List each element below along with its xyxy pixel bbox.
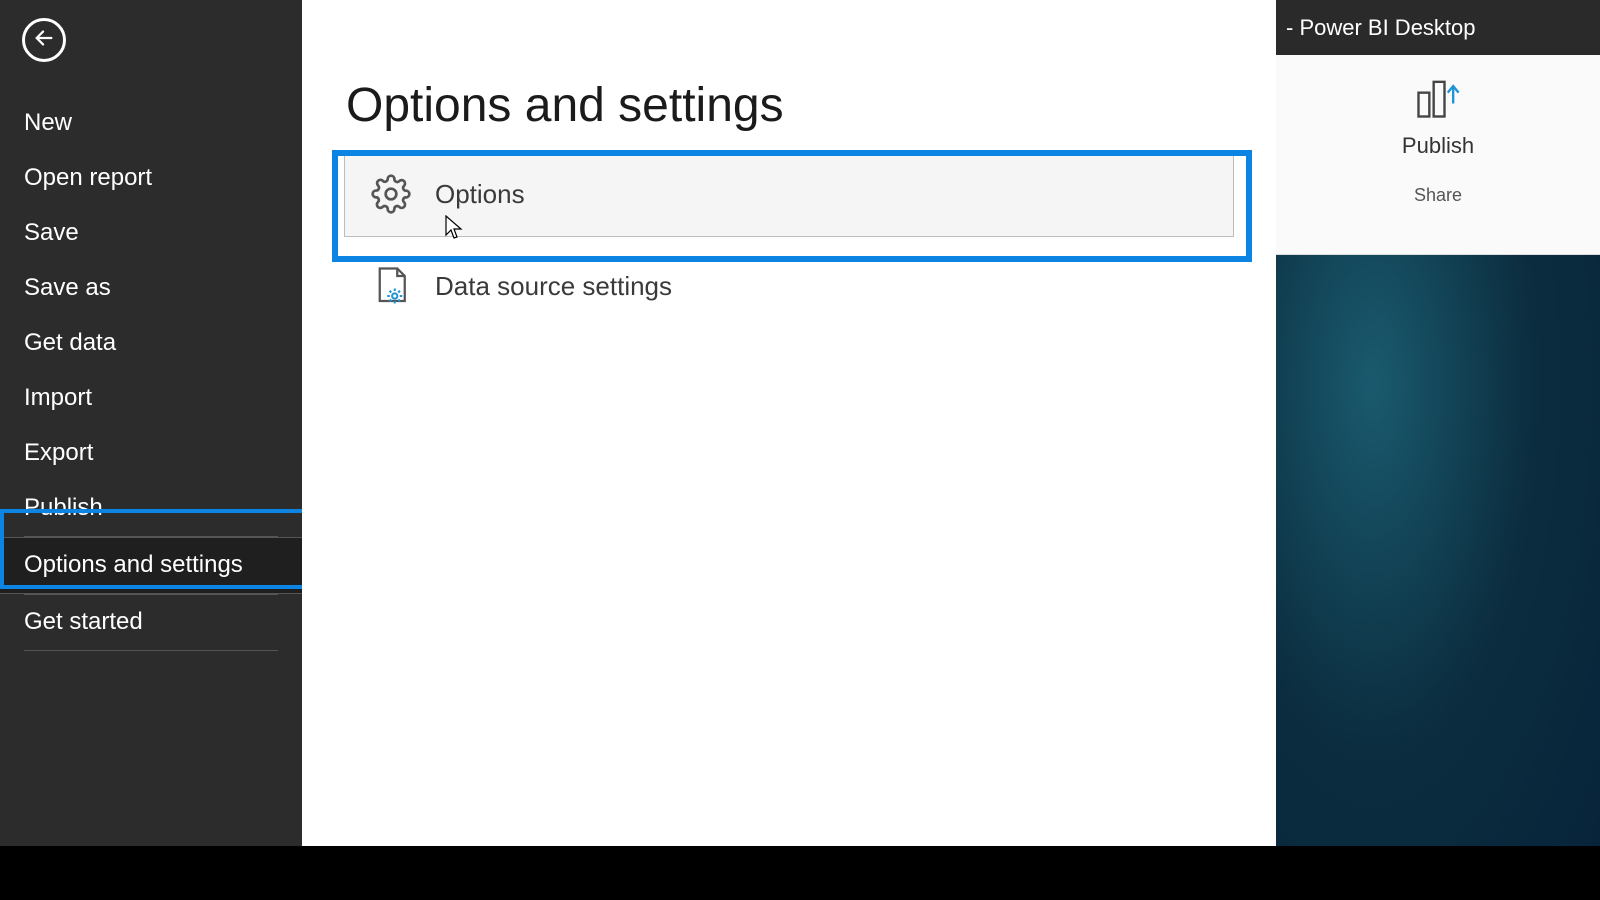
menu-label: Import: [24, 384, 92, 411]
ribbon-share-group: Publish Share: [1276, 55, 1600, 255]
menu-item-publish[interactable]: Publish: [0, 481, 302, 536]
menu-label: Save as: [24, 274, 111, 301]
menu-item-export[interactable]: Export: [0, 426, 302, 481]
desktop-background: [1276, 255, 1600, 900]
data-source-settings-row[interactable]: Data source settings: [344, 243, 1234, 329]
gear-icon: [371, 174, 411, 214]
menu-item-import[interactable]: Import: [0, 371, 302, 426]
document-gear-icon: [371, 266, 411, 306]
menu-item-open-report[interactable]: Open report: [0, 151, 302, 206]
page-title: Options and settings: [302, 0, 1276, 151]
option-label: Options: [435, 179, 525, 210]
menu-item-options-and-settings[interactable]: Options and settings: [0, 537, 302, 594]
publish-icon: [1412, 71, 1464, 123]
menu-label: Save: [24, 219, 79, 246]
option-label: Data source settings: [435, 271, 672, 302]
ribbon-publish-button[interactable]: Publish: [1402, 133, 1474, 159]
menu-label: Open report: [24, 164, 152, 191]
file-menu-list: New Open report Save Save as Get data Im…: [0, 96, 302, 651]
menu-label: Get data: [24, 329, 116, 356]
menu-label: Publish: [24, 494, 103, 521]
back-button[interactable]: [22, 18, 66, 62]
arrow-left-icon: [33, 27, 55, 54]
menu-label: Export: [24, 439, 93, 466]
menu-item-save[interactable]: Save: [0, 206, 302, 261]
menu-item-get-data[interactable]: Get data: [0, 316, 302, 371]
ribbon-button-label: Publish: [1402, 133, 1474, 158]
menu-label: Options and settings: [24, 551, 243, 578]
file-menu-sidebar: New Open report Save Save as Get data Im…: [0, 0, 302, 900]
window-title-bar: - Power BI Desktop: [1276, 0, 1600, 55]
letterbox-bottom: [0, 846, 1600, 900]
app-title: - Power BI Desktop: [1286, 15, 1476, 41]
menu-label: Get started: [24, 608, 143, 635]
menu-item-save-as[interactable]: Save as: [0, 261, 302, 316]
menu-item-new[interactable]: New: [0, 96, 302, 151]
separator: [24, 650, 278, 651]
options-row[interactable]: Options: [344, 151, 1234, 237]
menu-item-get-started[interactable]: Get started: [0, 595, 302, 650]
background-app-strip: - Power BI Desktop Publish Share: [1276, 0, 1600, 900]
main-panel: Options and settings Options Data source…: [302, 0, 1276, 900]
menu-label: New: [24, 109, 72, 136]
ribbon-group-label: Share: [1414, 185, 1462, 206]
